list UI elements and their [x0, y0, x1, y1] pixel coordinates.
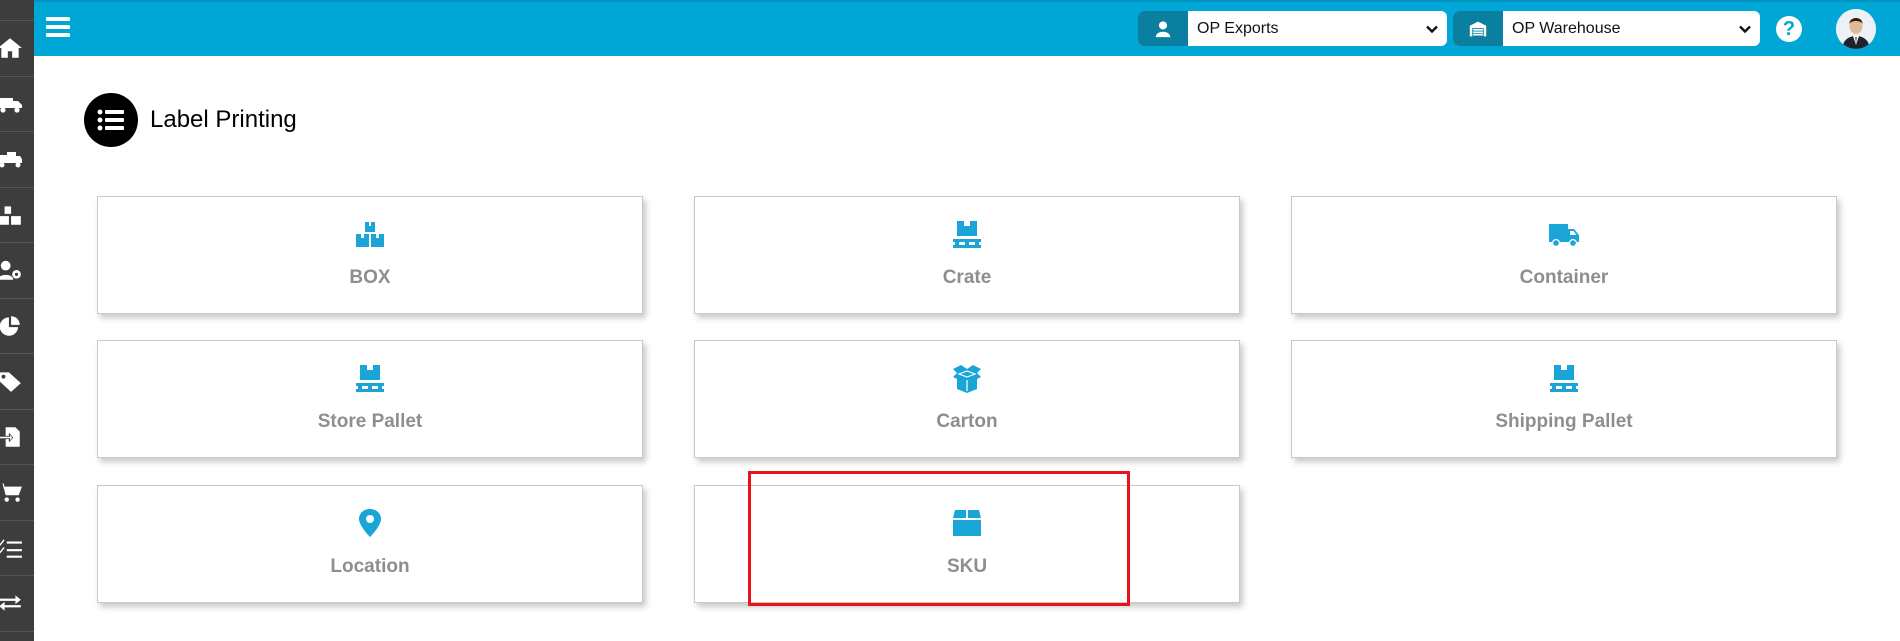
list-icon [84, 93, 138, 147]
label-card-shipping-pallet[interactable]: Shipping Pallet [1291, 340, 1837, 458]
card-label: Store Pallet [317, 411, 423, 432]
boxes-icon [0, 206, 21, 225]
pallet-icon [1550, 365, 1578, 392]
card-label: BOX [349, 267, 391, 288]
user-gear-icon [0, 261, 21, 280]
label-card-sku[interactable]: SKU [694, 485, 1240, 603]
pallet-icon [356, 365, 384, 392]
nav-reports[interactable] [0, 299, 34, 354]
exchange-icon [0, 595, 21, 611]
card-label: Crate [942, 267, 992, 288]
nav-orders[interactable] [0, 465, 34, 521]
nav-tasks[interactable] [0, 521, 34, 576]
rail-top-item[interactable] [0, 0, 34, 21]
nav-receiving[interactable] [0, 132, 34, 188]
side-nav [0, 0, 34, 641]
label-card-crate[interactable]: Crate [694, 196, 1240, 314]
nav-import[interactable] [0, 410, 34, 465]
truck-icon [0, 97, 22, 113]
label-card-carton[interactable]: Carton [694, 340, 1240, 458]
pie-chart-icon [0, 316, 20, 336]
label-card-store-pallet[interactable]: Store Pallet [97, 340, 643, 458]
card-label: Shipping Pallet [1495, 411, 1633, 432]
pallet-icon [953, 221, 981, 248]
nav-labels[interactable] [0, 354, 34, 410]
nav-shipping[interactable] [0, 77, 34, 132]
avatar[interactable] [1836, 9, 1876, 49]
nav-transfers[interactable] [0, 576, 34, 632]
hamburger-menu-icon[interactable] [46, 17, 70, 39]
warehouse-select[interactable]: OP Warehouse [1453, 11, 1760, 46]
top-bar: OP Exports OP Warehouse ? [34, 0, 1900, 56]
map-marker-icon [359, 509, 381, 537]
warehouse-select-value: OP Warehouse [1512, 19, 1621, 37]
checklist-icon [0, 539, 22, 558]
help-icon[interactable]: ? [1776, 16, 1802, 42]
chevron-down-icon [1417, 11, 1447, 46]
open-box-icon [953, 365, 981, 393]
nav-users[interactable] [0, 243, 34, 299]
file-import-icon [0, 427, 20, 447]
chevron-down-icon [1730, 11, 1760, 46]
boxes-icon [356, 222, 384, 247]
tag-icon [0, 372, 21, 393]
page-header: Label Printing [84, 93, 297, 147]
label-card-location[interactable]: Location [97, 485, 643, 603]
home-icon [0, 38, 22, 58]
company-select[interactable]: OP Exports [1138, 11, 1447, 46]
truck-icon [1549, 224, 1579, 247]
company-select-value: OP Exports [1197, 19, 1279, 37]
box-icon [953, 510, 981, 536]
card-label: Carton [936, 411, 998, 432]
nav-inventory[interactable] [0, 188, 34, 243]
page-title: Label Printing [150, 106, 297, 133]
user-icon [1138, 11, 1188, 46]
nav-home[interactable] [0, 21, 34, 77]
warehouse-icon [1453, 11, 1503, 46]
cart-icon [0, 483, 22, 502]
truck-loaded-icon [0, 152, 22, 168]
card-label: Location [330, 556, 410, 577]
label-card-container[interactable]: Container [1291, 196, 1837, 314]
label-card-box[interactable]: BOX [97, 196, 643, 314]
card-label: Container [1519, 267, 1609, 288]
card-label: SKU [946, 556, 988, 577]
